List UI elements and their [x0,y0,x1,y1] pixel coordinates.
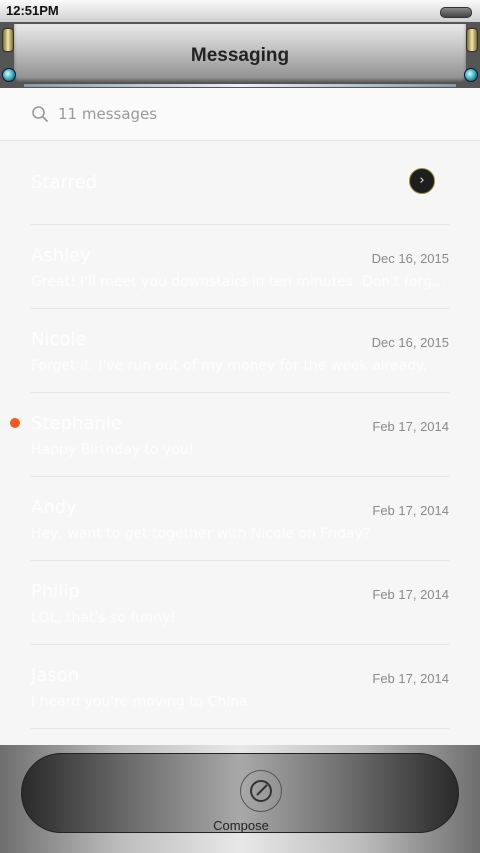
message-date: Dec 16, 2015 [371,335,449,350]
search-icon [32,106,49,123]
conversation-row[interactable]: Jason Feb 17, 2014 I heard you're moving… [31,645,449,729]
message-preview: I heard you're moving to China [31,694,248,710]
message-date: Feb 17, 2014 [372,503,449,518]
page-title: Messaging [190,45,290,66]
starred-label: Starred [31,172,98,193]
contact-name: Ashley [31,245,91,266]
compose-icon [240,770,282,812]
message-preview: Happy Birthday to you! [31,442,195,458]
message-preview: Forget it. I've run out of my money for … [31,358,427,374]
message-count: 11 messages [58,105,158,123]
message-date: Feb 17, 2014 [372,419,449,434]
conversation-row[interactable]: Philip Feb 17, 2014 LOL, that's so funny… [31,561,449,645]
starred-item[interactable]: Starred › [31,141,449,225]
contact-name: Jason [31,665,80,686]
compose-label: Compose [213,818,269,833]
status-time: 12:51PM [6,3,59,18]
conversation-row[interactable]: Ashley Dec 16, 2015 Great! I'll meet you… [31,225,449,309]
battery-icon [440,7,472,18]
conversation-row[interactable]: Andy Feb 17, 2014 Hey, want to get toget… [31,477,449,561]
message-preview: Great! I'll meet you downstairs in ten m… [31,274,449,290]
contact-name: Philip [31,581,80,602]
conversation-row[interactable]: Stephanie Feb 17, 2014 Happy Birthday to… [31,393,449,477]
bottom-bar: Compose [0,745,480,853]
message-preview: Hey, want to get together with Nicole on… [31,526,371,542]
left-light-icon [2,68,16,82]
app-header: Messaging [0,22,480,88]
conversation-row[interactable]: Nicole Dec 16, 2015 Forget it. I've run … [31,309,449,393]
chevron-right-icon[interactable]: › [409,168,435,194]
message-date: Feb 17, 2014 [372,587,449,602]
search-bar[interactable]: 11 messages [0,88,480,141]
compose-button[interactable]: Compose [21,753,459,833]
message-date: Dec 16, 2015 [371,251,449,266]
contact-name: Nicole [31,329,87,350]
message-preview: LOL, that's so funny! [31,610,176,626]
unread-indicator [10,418,20,428]
right-light-icon [464,68,478,82]
status-bar: 12:51PM [0,0,480,23]
message-date: Feb 17, 2014 [372,671,449,686]
contact-name: Andy [31,497,77,518]
header-divider [24,84,456,87]
contact-name: Stephanie [31,413,122,434]
